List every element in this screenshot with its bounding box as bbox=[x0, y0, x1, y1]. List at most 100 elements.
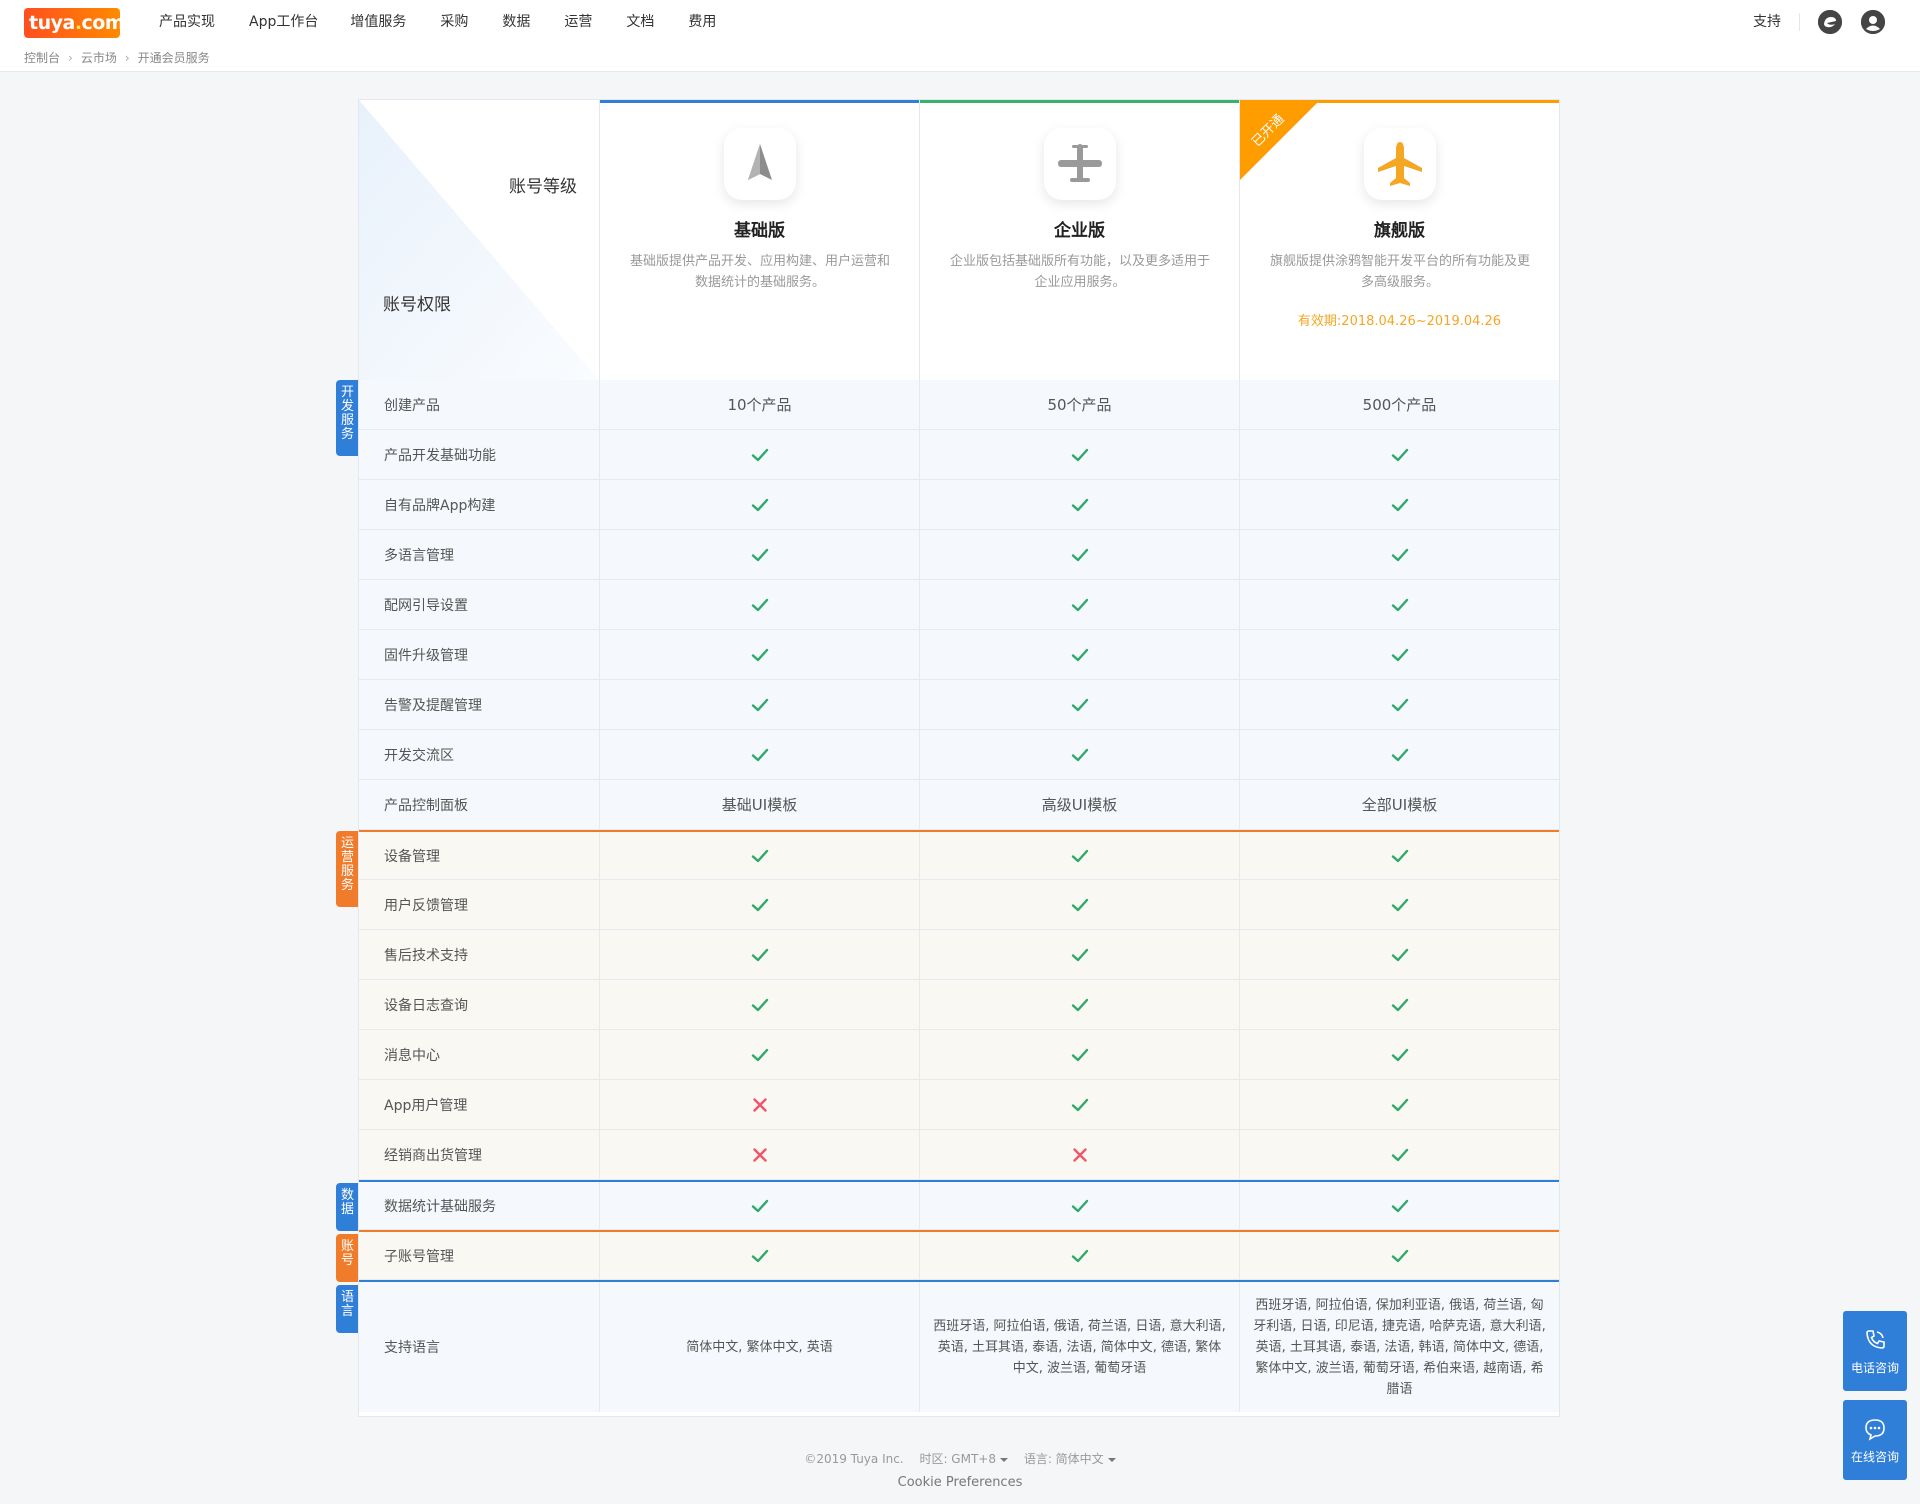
nav-item-app-workbench[interactable]: App工作台 bbox=[249, 0, 318, 44]
nav-item-data[interactable]: 数据 bbox=[502, 0, 530, 44]
online-consult-button[interactable]: 在线咨询 bbox=[1843, 1400, 1907, 1480]
phone-consult-button[interactable]: 电话咨询 bbox=[1843, 1311, 1907, 1391]
nav-item-value-added[interactable]: 增值服务 bbox=[350, 0, 406, 44]
feature-label: 创建产品 bbox=[384, 397, 440, 414]
breadcrumb-console[interactable]: 控制台 bbox=[24, 49, 60, 66]
online-consult-label: 在线咨询 bbox=[1850, 1450, 1899, 1464]
plan-validity-period: 有效期:2018.04.26~2019.04.26 bbox=[1297, 314, 1502, 329]
feature-label: 产品开发基础功能 bbox=[384, 447, 496, 464]
feature-status-cell bbox=[919, 630, 1239, 679]
check-icon bbox=[750, 1246, 770, 1266]
feature-label: 用户反馈管理 bbox=[384, 897, 468, 914]
divider bbox=[1799, 13, 1800, 31]
plan-accent-bar bbox=[920, 100, 1239, 103]
nav-item-product[interactable]: 产品实现 bbox=[159, 0, 215, 44]
feature-status-cell bbox=[599, 680, 919, 729]
table-row: 多语言管理 bbox=[359, 530, 1559, 580]
feature-status-cell bbox=[599, 430, 919, 479]
breadcrumb-cloud-market[interactable]: 云市场 bbox=[81, 49, 117, 66]
cookie-preferences-link[interactable]: Cookie Preferences bbox=[0, 1475, 1920, 1490]
cross-icon bbox=[1070, 1145, 1090, 1165]
cross-icon bbox=[750, 1145, 770, 1165]
check-icon bbox=[750, 1196, 770, 1216]
check-icon bbox=[1390, 846, 1410, 866]
feature-label: 开发交流区 bbox=[384, 747, 454, 764]
language-selector[interactable]: 语言: 简体中文 bbox=[1024, 1452, 1116, 1466]
feature-status-cell bbox=[599, 1232, 919, 1279]
chat-icon bbox=[1865, 1419, 1885, 1441]
check-icon bbox=[1070, 895, 1090, 915]
paper-plane-icon bbox=[724, 128, 796, 200]
section-tag-ops: 运营服务 bbox=[336, 831, 359, 907]
section-tag-dev: 开发服务 bbox=[336, 380, 359, 456]
footer: ©2019 Tuya Inc. 时区: GMT+8 语言: 简体中文 bbox=[0, 1450, 1920, 1467]
check-icon bbox=[750, 595, 770, 615]
feature-value-cell: 500个产品 bbox=[1239, 380, 1559, 429]
table-row: 开发交流区 bbox=[359, 730, 1559, 780]
table-row: 子账号管理 bbox=[359, 1230, 1559, 1280]
check-icon bbox=[1390, 695, 1410, 715]
section-tag-language: 语言 bbox=[336, 1285, 359, 1333]
section-tag-account: 账号 bbox=[336, 1234, 359, 1282]
check-icon bbox=[750, 995, 770, 1015]
feature-status-cell bbox=[919, 1030, 1239, 1079]
feature-status-cell bbox=[1239, 880, 1559, 929]
feature-status-cell bbox=[599, 630, 919, 679]
feature-status-cell bbox=[919, 730, 1239, 779]
feature-label: 支持语言 bbox=[384, 1340, 440, 1356]
feature-status-cell bbox=[599, 1080, 919, 1129]
chevron-right-icon: › bbox=[68, 50, 73, 65]
nav-item-operation[interactable]: 运营 bbox=[564, 0, 592, 44]
message-icon[interactable] bbox=[1818, 10, 1842, 34]
table-row: App用户管理 bbox=[359, 1080, 1559, 1130]
nav-item-purchase[interactable]: 采购 bbox=[440, 0, 468, 44]
feature-label: 告警及提醒管理 bbox=[384, 697, 482, 714]
feature-label: 配网引导设置 bbox=[384, 597, 468, 614]
check-icon bbox=[1070, 495, 1090, 515]
chevron-right-icon: › bbox=[124, 50, 130, 65]
phone-icon bbox=[1866, 1330, 1885, 1349]
nav-item-billing[interactable]: 费用 bbox=[688, 0, 716, 44]
plan-name: 企业版 bbox=[1054, 221, 1105, 241]
check-icon bbox=[1390, 545, 1410, 565]
table-row: 经销商出货管理 bbox=[359, 1130, 1559, 1180]
check-icon bbox=[750, 445, 770, 465]
feature-status-cell bbox=[599, 832, 919, 879]
check-icon bbox=[1390, 945, 1410, 965]
plan-flagship[interactable]: 已开通 旗舰版 旗舰版提供涂鸦智能开发平台的所有功能及更多高级服务。 有效期:2… bbox=[1239, 100, 1559, 380]
nav-item-docs[interactable]: 文档 bbox=[626, 0, 654, 44]
feature-status-cell bbox=[1239, 1130, 1559, 1179]
support-link[interactable]: 支持 bbox=[1753, 0, 1781, 44]
jet-plane-icon bbox=[1364, 128, 1436, 200]
timezone-selector[interactable]: 时区: GMT+8 bbox=[919, 1452, 1008, 1466]
feature-label: 经销商出货管理 bbox=[384, 1147, 482, 1164]
table-row: 数据统计基础服务 bbox=[359, 1180, 1559, 1230]
feature-status-cell bbox=[1239, 1080, 1559, 1129]
cross-icon bbox=[750, 1095, 770, 1115]
account-level-label: 账号等级 bbox=[509, 177, 577, 197]
plan-description: 企业版包括基础版所有功能，以及更多适用于企业应用服务。 bbox=[950, 254, 1211, 290]
feature-status-cell bbox=[1239, 430, 1559, 479]
feature-status-cell bbox=[1239, 730, 1559, 779]
breadcrumb-current: 开通会员服务 bbox=[137, 51, 210, 65]
feature-label: 消息中心 bbox=[384, 1047, 440, 1064]
table-row: 用户反馈管理 bbox=[359, 880, 1559, 930]
feature-status-cell bbox=[599, 980, 919, 1029]
plan-basic[interactable]: 基础版 基础版提供产品开发、应用构建、用户运营和数据统计的基础服务。 bbox=[599, 100, 919, 380]
user-avatar-icon[interactable] bbox=[1861, 10, 1885, 34]
feature-status-cell bbox=[919, 1130, 1239, 1179]
feature-status-cell bbox=[599, 530, 919, 579]
feature-value-cell: 西班牙语, 阿拉伯语, 俄语, 荷兰语, 日语, 意大利语, 英语, 土耳其语,… bbox=[919, 1282, 1239, 1412]
table-row: 设备日志查询 bbox=[359, 980, 1559, 1030]
feature-label: 售后技术支持 bbox=[384, 947, 468, 964]
phone-consult-label: 电话咨询 bbox=[1850, 1361, 1899, 1375]
feature-value-cell: 西班牙语, 阿拉伯语, 保加利亚语, 俄语, 荷兰语, 匈牙利语, 日语, 印尼… bbox=[1239, 1282, 1559, 1412]
feature-status-cell bbox=[599, 730, 919, 779]
feature-status-cell bbox=[919, 530, 1239, 579]
tuya-logo[interactable]: tuya.com bbox=[24, 8, 125, 38]
feature-status-cell bbox=[919, 680, 1239, 729]
language-label: 语言: 简体中文 bbox=[1023, 1452, 1104, 1466]
plan-enterprise[interactable]: 企业版 企业版包括基础版所有功能，以及更多适用于企业应用服务。 bbox=[919, 100, 1239, 380]
check-icon bbox=[1390, 1045, 1410, 1065]
feature-label: 固件升级管理 bbox=[384, 647, 468, 664]
